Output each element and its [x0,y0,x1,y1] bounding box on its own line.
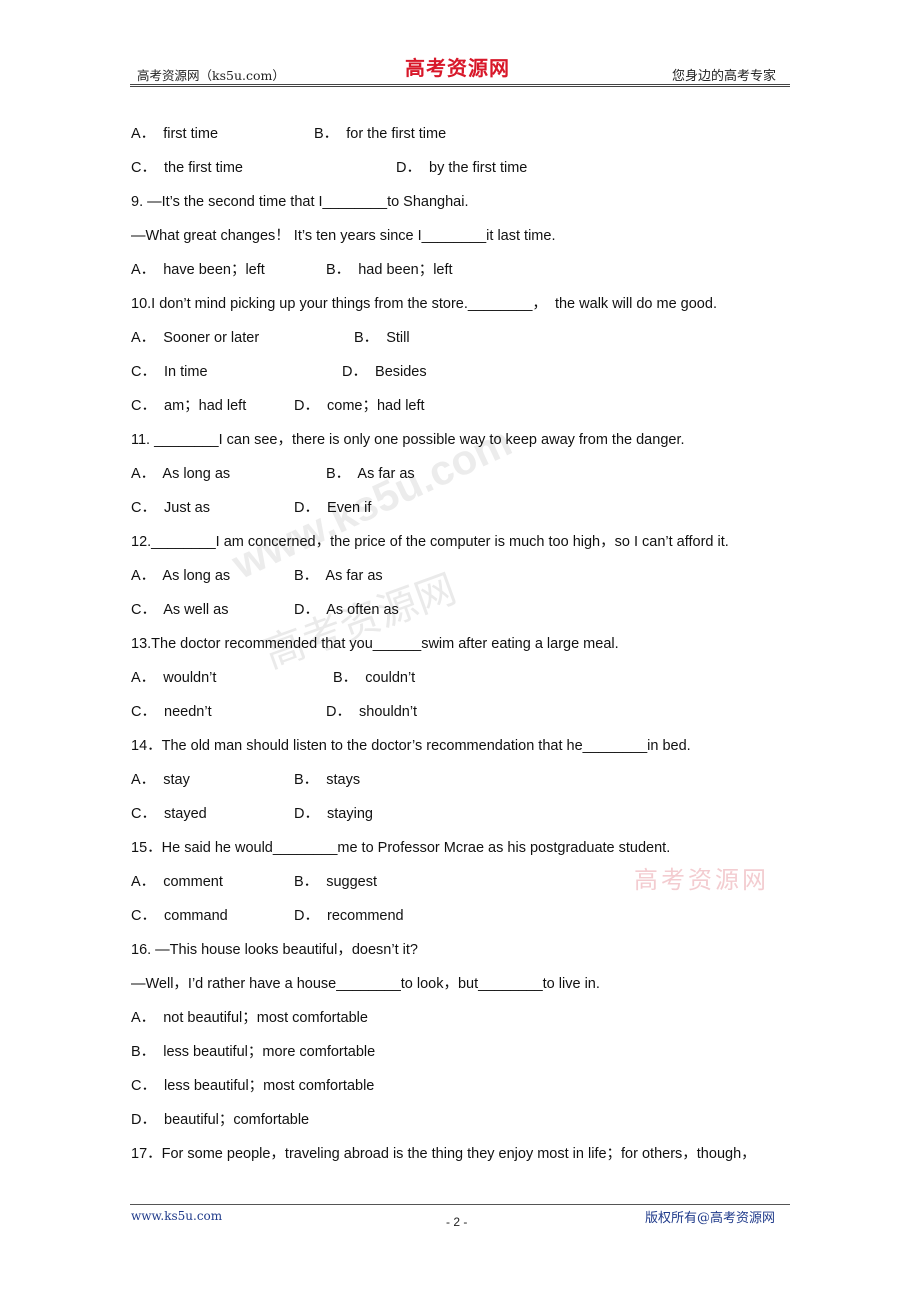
question-stem: 17．For some people，traveling abroad is t… [131,1146,756,1162]
header-site-name: 高考资源网（ks5u.com） [137,68,285,83]
option-c: C． In time [131,364,208,380]
option-c: C． As well as [131,602,229,618]
footer-copyright: 版权所有@高考资源网 [645,1211,776,1226]
option-b: B． As far as [326,466,415,482]
option-a: A． first time [131,126,219,142]
option-b: B． couldn’t [333,670,416,686]
option-b: B． had been；left [326,262,453,278]
option-b: B． As far as [294,568,383,584]
option-b: B． suggest [294,874,378,890]
question-stem: 13.The doctor recommended that you______… [131,636,619,652]
question-stem-reply: —What great changes！ It’s ten years sinc… [131,228,556,244]
question-stem: 10.I don’t mind picking up your things f… [131,296,717,312]
option-a: A． have been；left [131,262,265,278]
option-c: C． the first time [131,160,243,176]
question-stem: 9. —It’s the second time that I________t… [131,194,469,210]
option-b: B． less beautiful；more comfortable [131,1044,376,1060]
option-a: A． As long as [131,568,231,584]
option-c: C． Just as [131,500,210,516]
option-d: D． Even if [294,500,372,516]
page-number: - 2 - [446,1215,468,1229]
option-d: D． shouldn’t [326,704,418,720]
option-c: C． command [131,908,228,924]
question-stem: 16. —This house looks beautiful，doesn’t … [131,942,418,958]
option-c: C． am；had left [131,398,247,414]
option-a: A． Sooner or later [131,330,260,346]
option-d: D． Besides [342,364,427,380]
option-b: B． Still [354,330,410,346]
option-c: C． stayed [131,806,207,822]
header-divider [130,84,790,87]
option-d: D． beautiful；comfortable [131,1112,310,1128]
option-a: A． not beautiful；most comfortable [131,1010,368,1026]
option-b: B． for the first time [314,126,447,142]
question-stem: 11. ________I can see，there is only one … [131,432,685,448]
option-a: A． wouldn’t [131,670,217,686]
question-stem: 12.________I am concerned，the price of t… [131,534,729,550]
option-d: D． by the first time [396,160,528,176]
option-d: D． come；had left [294,398,425,414]
option-d: D． recommend [294,908,404,924]
option-a: A． As long as [131,466,231,482]
footer-divider [130,1204,790,1205]
question-stem-reply: —Well，I’d rather have a house________to … [131,976,600,992]
option-c: C． less beautiful；most comfortable [131,1078,375,1094]
option-d: D． staying [294,806,373,822]
option-a: A． comment [131,874,223,890]
header-slogan: 您身边的高考专家 [672,69,777,84]
watermark-stamp: 高考资源网 [634,866,769,894]
header-logo: 高考资源网 [405,56,510,80]
option-b: B． stays [294,772,361,788]
question-stem: 15．He said he would________me to Profess… [131,840,671,856]
option-d: D． As often as [294,602,399,618]
question-stem: 14．The old man should listen to the doct… [131,738,691,754]
footer-site-link[interactable]: www.ks5u.com [131,1209,222,1223]
option-a: A． stay [131,772,190,788]
option-c: C． needn’t [131,704,212,720]
